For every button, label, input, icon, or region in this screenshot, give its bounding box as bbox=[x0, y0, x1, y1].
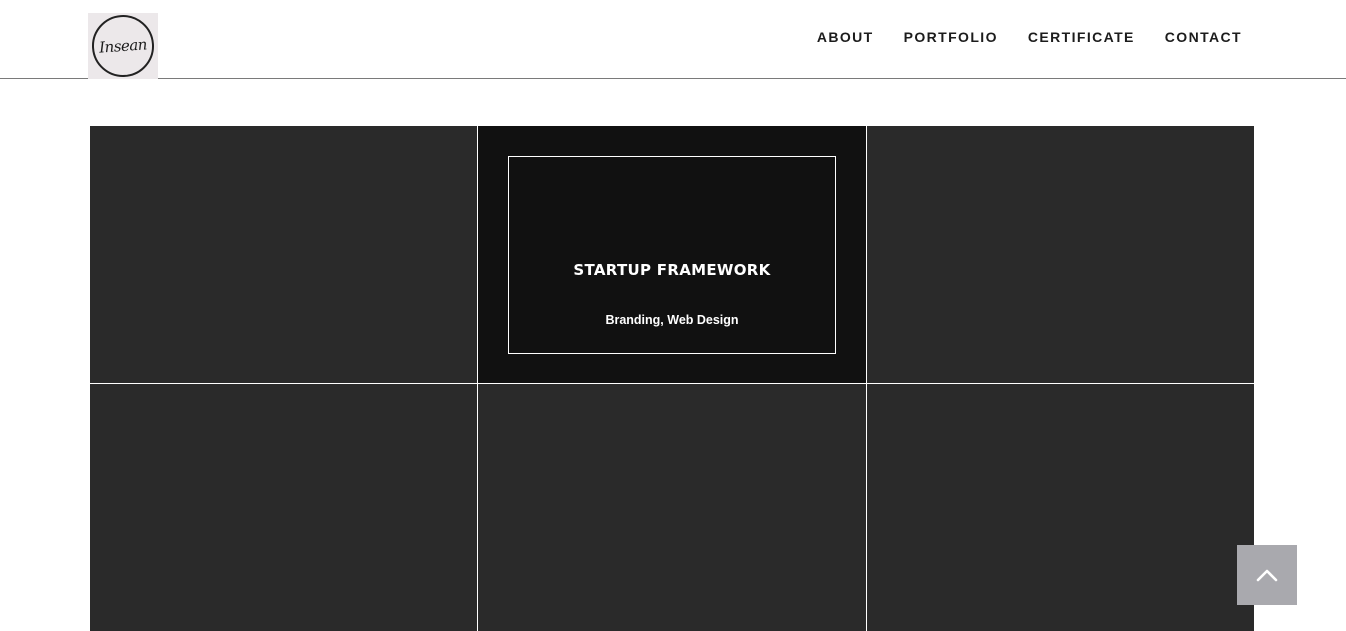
logo-text: Insean bbox=[98, 35, 148, 57]
portfolio-item-overlay: STARTUP FRAMEWORK Branding, Web Design bbox=[508, 156, 836, 354]
portfolio-item-categories: Branding, Web Design bbox=[605, 313, 739, 327]
nav-about[interactable]: ABOUT bbox=[817, 29, 874, 45]
nav-contact[interactable]: CONTACT bbox=[1165, 29, 1242, 45]
nav-portfolio[interactable]: PORTFOLIO bbox=[904, 29, 998, 45]
portfolio-item[interactable] bbox=[90, 126, 477, 383]
portfolio-item-title: STARTUP FRAMEWORK bbox=[573, 261, 771, 279]
portfolio-item[interactable] bbox=[867, 126, 1254, 383]
site-header: Insean ABOUT PORTFOLIO CERTIFICATE CONTA… bbox=[0, 0, 1346, 80]
logo-ring: Insean bbox=[89, 12, 157, 80]
portfolio-item-hovered[interactable]: STARTUP FRAMEWORK Branding, Web Design bbox=[478, 126, 866, 383]
scroll-to-top-button[interactable] bbox=[1237, 545, 1297, 605]
portfolio-item[interactable] bbox=[867, 384, 1254, 631]
portfolio-item[interactable] bbox=[90, 384, 477, 631]
portfolio-item[interactable] bbox=[478, 384, 866, 631]
portfolio-grid: STARTUP FRAMEWORK Branding, Web Design bbox=[90, 126, 1254, 631]
site-logo[interactable]: Insean bbox=[88, 12, 158, 80]
main-nav: ABOUT PORTFOLIO CERTIFICATE CONTACT bbox=[817, 29, 1242, 45]
nav-certificate[interactable]: CERTIFICATE bbox=[1028, 29, 1135, 45]
chevron-up-icon bbox=[1256, 569, 1278, 582]
